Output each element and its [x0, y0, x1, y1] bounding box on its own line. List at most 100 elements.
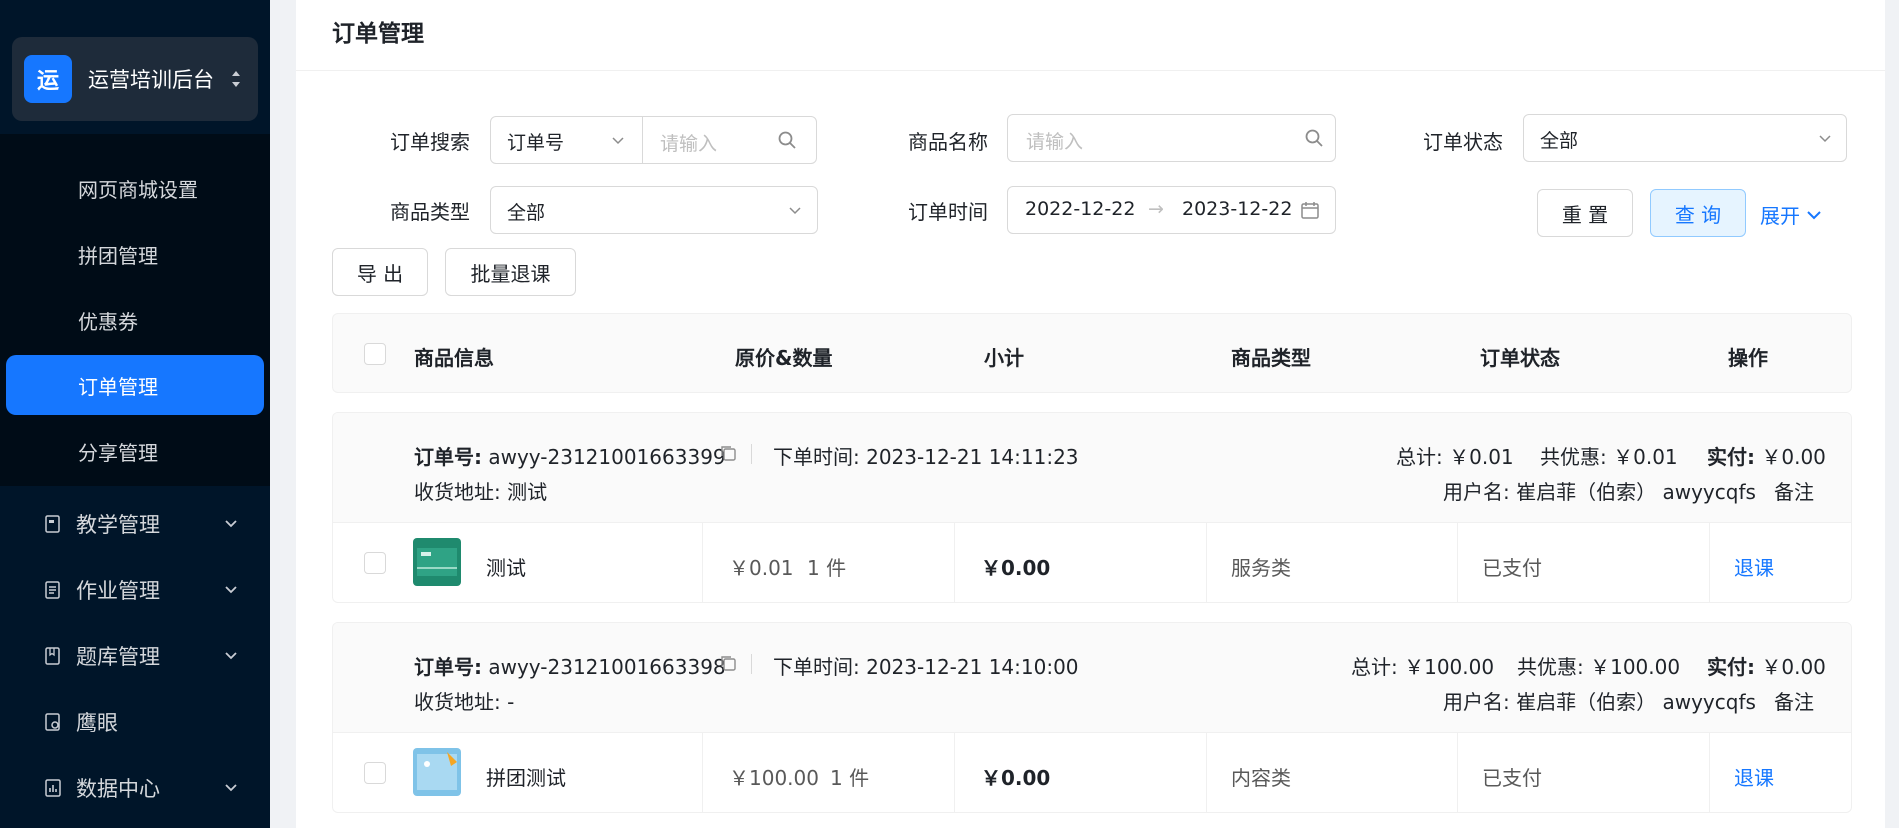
- order-status: 已支付: [1482, 766, 1542, 790]
- search-icon[interactable]: [777, 130, 797, 150]
- sidebar-item-shop-settings[interactable]: 网页商城设置: [6, 158, 264, 218]
- order-time: 下单时间: 2023-12-21 14:10:00: [773, 655, 1079, 679]
- chevron-down-icon: [225, 784, 237, 792]
- eye-icon: [45, 713, 60, 731]
- order-user: 用户名: 崔启菲（伯索） awyycqfs: [1443, 480, 1756, 504]
- table-row: 测试 ￥0.01 1 件 ￥0.00 服务类 已支付 退课: [333, 523, 1851, 602]
- main-content: 订单管理 订单搜索 订单号 请输入 商品名称 请输入 订单状态 全部 商品类型 …: [296, 0, 1885, 828]
- product-price: ￥100.00: [729, 766, 819, 790]
- sidebar-item-homework[interactable]: 作业管理: [0, 560, 270, 620]
- product-type-select[interactable]: 全部: [490, 186, 818, 234]
- chevron-down-icon: [1807, 210, 1821, 219]
- order-search-group: 订单号 请输入: [490, 116, 817, 164]
- remark-link[interactable]: 备注: [1774, 686, 1814, 715]
- sidebar: 运 运营培训后台 网页商城设置 拼团管理 优惠券 订单管理 分享管理 教学管理 …: [0, 0, 270, 828]
- sidebar-item-eagle-eye[interactable]: 鹰眼: [0, 692, 270, 752]
- order-status-select[interactable]: 全部: [1523, 114, 1847, 162]
- column-header: 商品信息: [414, 346, 494, 370]
- column-header: 订单状态: [1480, 346, 1560, 370]
- sort-arrows-icon: [232, 71, 240, 87]
- table-row: 拼团测试 ￥100.00 1 件 ￥0.00 内容类 已支付 退课: [333, 733, 1851, 812]
- export-button[interactable]: 导 出: [332, 248, 428, 296]
- chevron-down-icon: [789, 207, 801, 215]
- chevron-down-icon: [225, 520, 237, 528]
- calendar-icon: [1301, 202, 1319, 219]
- order-status-label: 订单状态: [1423, 130, 1503, 154]
- sidebar-item-teaching[interactable]: 教学管理: [0, 494, 270, 554]
- sidebar-item-share[interactable]: 分享管理: [6, 421, 264, 481]
- query-button[interactable]: 查 询: [1650, 189, 1746, 237]
- order-address: 收货地址: -: [414, 690, 515, 714]
- sidebar-item-question-bank[interactable]: 题库管理: [0, 626, 270, 686]
- subtotal: ￥0.00: [981, 556, 1051, 580]
- product-name-label: 商品名称: [908, 130, 988, 154]
- order-address: 收货地址: 测试: [414, 480, 548, 504]
- order-status: 已支付: [1482, 556, 1542, 580]
- submenu-shop: 网页商城设置 拼团管理 优惠券 订单管理 分享管理: [0, 134, 270, 486]
- chart-icon: [45, 779, 61, 797]
- page-title: 订单管理: [332, 21, 424, 47]
- product-name-input[interactable]: 请输入: [1007, 114, 1336, 162]
- search-icon[interactable]: [1304, 128, 1324, 148]
- order-discount: 共优惠: ￥100.00: [1517, 655, 1681, 679]
- order-time-label: 订单时间: [908, 200, 988, 224]
- divider: [751, 444, 752, 464]
- product-name: 拼团测试: [486, 766, 566, 790]
- order-search-input[interactable]: 请输入: [643, 117, 816, 163]
- refund-link[interactable]: 退课: [1734, 762, 1774, 791]
- order-card: 订单号: awyy-23121001663399 下单时间: 2023-12-2…: [332, 412, 1852, 603]
- order-header: 订单号: awyy-23121001663398 下单时间: 2023-12-2…: [333, 623, 1851, 733]
- question-bank-icon: [45, 647, 60, 665]
- order-date-range-picker[interactable]: 2022-12-22 → 2023-12-22: [1007, 186, 1336, 234]
- order-paid: 实付: ￥0.00: [1707, 445, 1826, 469]
- order-number: 订单号: awyy-23121001663399: [414, 445, 726, 469]
- sidebar-item-group-buy[interactable]: 拼团管理: [6, 224, 264, 284]
- row-checkbox[interactable]: [364, 762, 386, 784]
- column-header: 操作: [1728, 346, 1768, 370]
- select-all-checkbox[interactable]: [364, 343, 386, 365]
- row-checkbox[interactable]: [364, 552, 386, 574]
- product-thumbnail: [413, 538, 461, 586]
- homework-icon: [45, 581, 60, 599]
- date-end[interactable]: 2023-12-22: [1182, 198, 1292, 220]
- refund-link[interactable]: 退课: [1734, 552, 1774, 581]
- remark-link[interactable]: 备注: [1774, 476, 1814, 505]
- subtotal: ￥0.00: [981, 766, 1051, 790]
- expand-toggle[interactable]: 展开: [1760, 200, 1822, 229]
- column-header: 商品类型: [1231, 346, 1311, 370]
- product-type: 服务类: [1231, 556, 1291, 580]
- product-quantity: 1 件: [807, 556, 847, 580]
- brand-logo: 运: [24, 55, 72, 103]
- brand-switcher[interactable]: 运 运营培训后台: [12, 37, 258, 121]
- product-type: 内容类: [1231, 766, 1291, 790]
- order-user: 用户名: 崔启菲（伯索） awyycqfs: [1443, 690, 1756, 714]
- product-name: 测试: [486, 556, 526, 580]
- order-discount: 共优惠: ￥0.01: [1540, 445, 1678, 469]
- order-header: 订单号: awyy-23121001663399 下单时间: 2023-12-2…: [333, 413, 1851, 523]
- product-price: ￥0.01: [729, 556, 794, 580]
- column-header: 小计: [984, 346, 1024, 370]
- product-thumbnail: [413, 748, 461, 796]
- batch-refund-button[interactable]: 批量退课: [445, 248, 576, 296]
- order-search-type-select[interactable]: 订单号: [491, 117, 643, 163]
- sidebar-item-orders[interactable]: 订单管理: [6, 355, 264, 415]
- brand-title: 运营培训后台: [88, 68, 214, 92]
- sidebar-item-coupons[interactable]: 优惠券: [6, 290, 264, 350]
- sidebar-item-data-center[interactable]: 数据中心: [0, 758, 270, 818]
- divider: [751, 654, 752, 674]
- copy-icon[interactable]: [719, 444, 737, 462]
- reset-button[interactable]: 重 置: [1537, 189, 1633, 237]
- book-icon: [45, 515, 60, 533]
- order-time: 下单时间: 2023-12-21 14:11:23: [773, 445, 1079, 469]
- chevron-down-icon: [612, 137, 624, 145]
- chevron-down-icon: [1819, 135, 1831, 143]
- order-total: 总计: ￥0.01: [1396, 445, 1514, 469]
- order-search-label: 订单搜索: [390, 130, 470, 154]
- order-card: 订单号: awyy-23121001663398 下单时间: 2023-12-2…: [332, 622, 1852, 813]
- title-divider: [296, 70, 1885, 71]
- date-start[interactable]: 2022-12-22: [1025, 198, 1135, 220]
- product-quantity: 1 件: [830, 766, 870, 790]
- copy-icon[interactable]: [719, 654, 737, 672]
- product-type-label: 商品类型: [390, 200, 470, 224]
- chevron-down-icon: [225, 652, 237, 660]
